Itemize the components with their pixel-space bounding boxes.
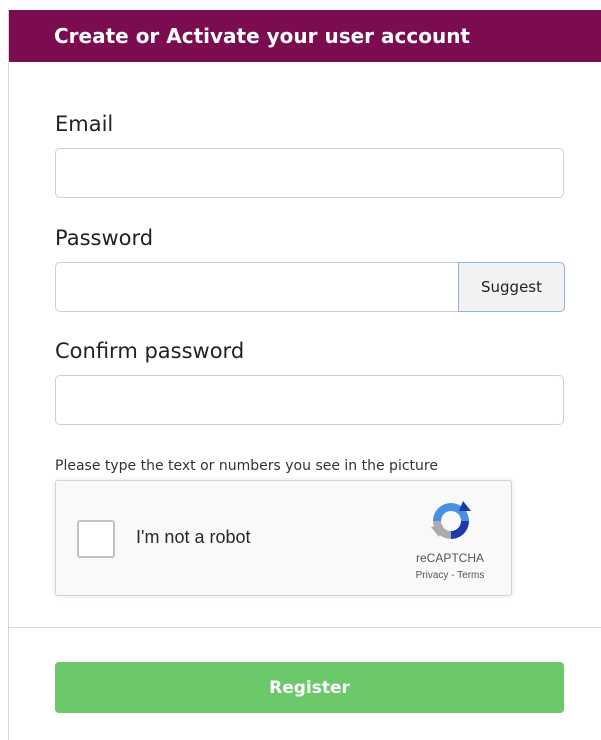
confirm-password-field[interactable]	[55, 375, 564, 425]
recaptcha-brand: reCAPTCHA	[415, 551, 484, 565]
recaptcha-checkbox-label: I'm not a robot	[136, 527, 251, 547]
recaptcha-links: Privacy - Terms	[394, 570, 506, 581]
panel-header: Create or Activate your user account	[9, 10, 601, 62]
recaptcha-logo-icon	[431, 501, 471, 539]
password-label: Password	[55, 226, 154, 250]
register-button[interactable]: Register	[55, 662, 564, 713]
recaptcha-checkbox[interactable]	[77, 520, 115, 558]
password-field[interactable]	[55, 262, 458, 312]
page-title: Create or Activate your user account	[54, 24, 470, 48]
recaptcha-privacy-link[interactable]: Privacy	[416, 570, 449, 581]
recaptcha-link-separator: -	[448, 570, 458, 581]
recaptcha-terms-link[interactable]: Terms	[457, 570, 484, 581]
divider	[9, 627, 601, 628]
registration-panel: Create or Activate your user account Ema…	[8, 10, 601, 740]
captcha-hint: Please type the text or numbers you see …	[55, 458, 438, 474]
email-field[interactable]	[55, 148, 564, 198]
confirm-password-label: Confirm password	[55, 339, 245, 363]
recaptcha-widget: I'm not a robot reCAPTCHA Privacy - Term…	[55, 480, 512, 596]
email-label: Email	[55, 112, 114, 136]
suggest-password-button[interactable]: Suggest	[458, 262, 565, 312]
